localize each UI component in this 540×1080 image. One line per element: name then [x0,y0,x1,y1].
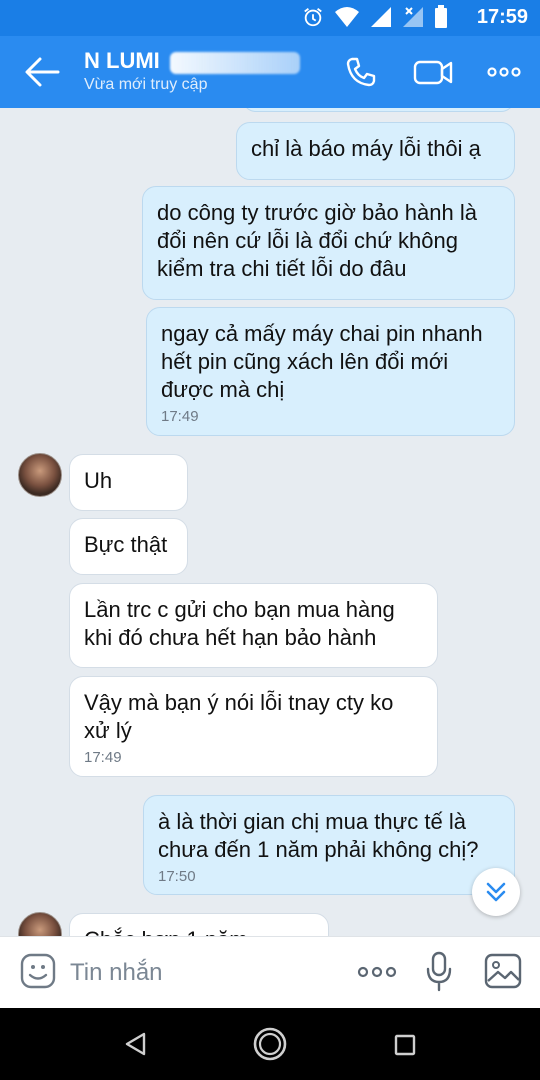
scroll-to-bottom-button[interactable] [472,868,520,916]
message-bubble[interactable]: Chắc hơn 1 năm [69,913,329,936]
message-text: Bực thật [84,532,168,557]
avatar[interactable] [18,453,62,497]
message-text: Uh [84,468,113,493]
phone-icon[interactable] [343,54,379,90]
message-bubble-partial[interactable] [242,108,515,112]
scroll-down-icon [486,882,506,902]
message-bubble[interactable]: Vậy mà bạn ý nói lỗi tnay cty ko xử lý 1… [69,676,438,777]
contact-status: Vừa mới truy cập [84,76,208,93]
message-text: do công ty trước giờ bảo hành là đổi nên… [157,200,477,281]
message-bubble[interactable]: chỉ là báo máy lỗi thôi ạ [236,122,515,180]
nav-back-icon[interactable] [124,1032,148,1056]
nav-home-icon[interactable] [252,1026,288,1062]
system-nav-bar [0,1008,540,1080]
message-text: Vậy mà bạn ý nói lỗi tnay cty ko xử lý [84,690,394,743]
message-bubble[interactable]: Bực thật [69,518,188,575]
message-input[interactable]: Tin nhắn [70,959,163,987]
message-bubble[interactable]: à là thời gian chị mua thực tế là chưa đ… [143,795,515,895]
message-text: ngay cả mấy máy chai pin nhanh hết pin c… [161,321,483,402]
alarm-icon [304,8,322,27]
message-bubble[interactable]: do công ty trước giờ bảo hành là đổi nên… [142,186,515,300]
avatar[interactable] [18,912,62,936]
message-time: 17:49 [84,749,122,766]
chat-messages[interactable]: chỉ là báo máy lỗi thôi ạ do công ty trư… [0,108,540,936]
message-text: Chắc hơn 1 năm [84,927,248,936]
message-bubble[interactable]: Uh [69,454,188,511]
more-options-icon[interactable] [356,961,398,983]
status-icons [302,5,448,29]
chat-header: N LUMI Vừa mới truy cập [0,36,540,108]
video-icon[interactable] [412,54,454,90]
redacted-name [170,52,300,74]
message-bubble[interactable]: Lần trc c gửi cho bạn mua hàng khi đó ch… [69,583,438,668]
message-bubble[interactable]: ngay cả mấy máy chai pin nhanh hết pin c… [146,307,515,436]
back-arrow-icon[interactable] [22,54,62,90]
battery-icon [435,5,447,28]
message-text: à là thời gian chị mua thực tế là chưa đ… [158,809,479,862]
message-text: Lần trc c gửi cho bạn mua hàng khi đó ch… [84,597,395,650]
sticker-icon[interactable] [20,953,56,989]
wifi-icon [335,7,359,27]
signal-x-icon [403,7,423,27]
message-time: 17:50 [158,868,196,885]
microphone-icon[interactable] [425,951,453,993]
status-bar: 17:59 [0,0,540,36]
contact-name[interactable]: N LUMI [84,48,160,74]
nav-recents-icon[interactable] [394,1034,416,1056]
status-time: 17:59 [476,6,528,28]
signal-icon [371,7,391,27]
message-time: 17:49 [161,408,199,425]
more-icon[interactable] [486,54,522,90]
image-icon[interactable] [484,953,522,989]
message-text: chỉ là báo máy lỗi thôi ạ [251,136,481,161]
message-composer: Tin nhắn [0,936,540,1009]
